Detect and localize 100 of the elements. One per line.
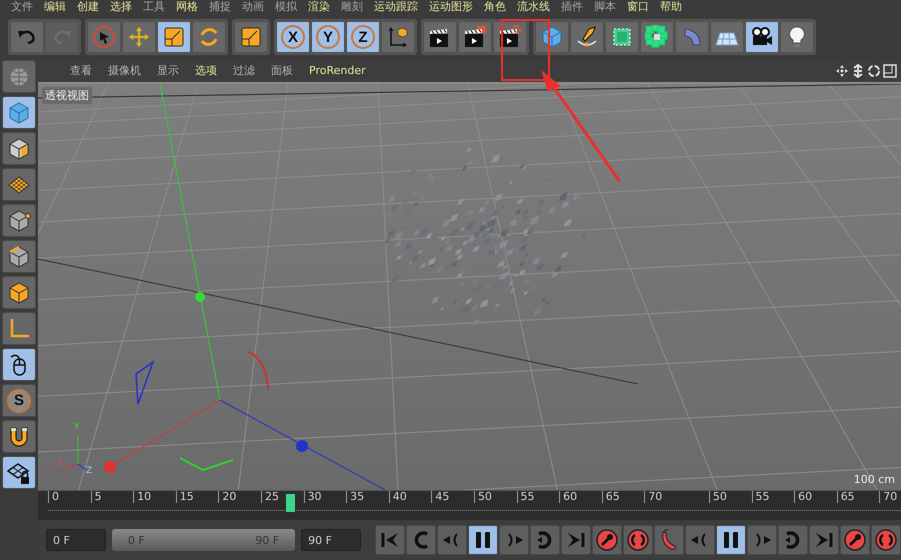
pointer-icon xyxy=(92,25,116,49)
mode-button[interactable] xyxy=(2,348,36,381)
toolbar-button[interactable] xyxy=(745,21,779,53)
toolbar-button[interactable] xyxy=(458,21,492,53)
axis-label: Y xyxy=(74,422,80,432)
grid-lock-icon xyxy=(7,460,31,484)
menu-item[interactable]: 选择 xyxy=(105,0,138,14)
cube-icon xyxy=(540,25,564,49)
frame-label: 30 xyxy=(304,490,346,503)
scale-icon xyxy=(162,25,186,49)
axis-label: X xyxy=(56,458,62,469)
viewport-menu-item[interactable]: 显示 xyxy=(149,63,187,78)
menu-item[interactable]: 窗口 xyxy=(622,0,655,14)
frame-label: 0 xyxy=(48,490,91,503)
menu-item[interactable]: 网格 xyxy=(171,0,204,14)
viewport-menu-item[interactable]: 过滤 xyxy=(225,63,263,78)
viewport-menu-item[interactable]: 选项 xyxy=(187,63,225,78)
toolbar-button[interactable]: Z xyxy=(346,21,380,53)
mode-button[interactable] xyxy=(2,240,36,273)
clapperboard-icon xyxy=(463,25,487,49)
menu-item[interactable]: 流水线 xyxy=(512,0,556,14)
playback-button[interactable] xyxy=(870,525,901,556)
menu-item[interactable]: 运动图形 xyxy=(424,0,479,14)
cube-edge-icon xyxy=(7,244,31,268)
frame-label: 60 xyxy=(559,490,602,503)
toolbar-button[interactable] xyxy=(710,21,744,53)
record-rotation-icon xyxy=(874,528,898,552)
toolbar-button[interactable] xyxy=(640,21,674,53)
toolbar-button[interactable] xyxy=(780,21,814,53)
viewport-menu-item[interactable]: 查看 xyxy=(62,63,100,78)
toolbar-button[interactable] xyxy=(570,21,604,53)
grid-scale-label: 100 cm xyxy=(854,472,895,486)
playback-button[interactable] xyxy=(716,525,746,556)
toolbar-button[interactable]: Y xyxy=(311,21,345,53)
frame-label: 40 xyxy=(388,490,432,503)
record-key-icon xyxy=(594,528,619,552)
menu-item[interactable]: 动画 xyxy=(237,0,270,14)
toolbar-button[interactable] xyxy=(605,21,639,53)
menu-item[interactable]: 创建 xyxy=(72,0,105,14)
menu-item[interactable]: 插件 xyxy=(556,0,589,14)
playhead[interactable] xyxy=(286,494,295,512)
scale-icon xyxy=(239,25,263,49)
cube-point-icon xyxy=(7,208,31,232)
viewport-title: 透视视图 xyxy=(42,86,92,104)
frame-label: 5 xyxy=(90,490,134,503)
frame-label: 50 xyxy=(708,490,752,503)
menu-item[interactable]: 模拟 xyxy=(270,0,303,14)
menu-item[interactable]: 脚本 xyxy=(589,0,622,14)
mode-button[interactable] xyxy=(2,168,36,201)
menu-item[interactable]: 渲染 xyxy=(303,0,336,14)
mode-button[interactable]: S xyxy=(2,384,36,417)
mode-button[interactable] xyxy=(2,456,36,489)
menu-item[interactable]: 文件 xyxy=(6,0,39,14)
playback-button[interactable] xyxy=(622,525,653,556)
zoom-icon[interactable] xyxy=(851,64,865,78)
mode-button[interactable] xyxy=(2,132,36,165)
viewport-menu-item[interactable]: ProRender xyxy=(301,64,374,78)
record-key-icon xyxy=(842,528,867,552)
pan-icon[interactable] xyxy=(835,64,849,78)
menu-item[interactable]: 编辑 xyxy=(39,0,72,14)
frame-label: 45 xyxy=(431,490,474,503)
frame-label: 70 xyxy=(644,490,687,503)
toolbar-button[interactable] xyxy=(493,21,527,53)
playback-button[interactable] xyxy=(468,525,498,556)
record-rotation-icon xyxy=(626,528,650,552)
playback-button[interactable] xyxy=(592,525,622,556)
frame-label: 65 xyxy=(602,490,644,503)
toolbar-button[interactable] xyxy=(423,21,457,53)
axis-cube-icon xyxy=(386,25,410,49)
maximize-icon[interactable] xyxy=(883,64,897,78)
menu-item[interactable]: 捕捉 xyxy=(204,0,237,14)
frame-label: 50 xyxy=(474,490,517,503)
frame-label: 20 xyxy=(218,490,261,503)
mode-button[interactable] xyxy=(2,420,36,453)
move-icon xyxy=(127,25,151,49)
frame-label: 35 xyxy=(346,490,389,503)
frame-label: 60 xyxy=(794,490,837,503)
start-frame-field[interactable]: 0 F xyxy=(46,529,106,552)
mode-button[interactable] xyxy=(2,276,36,309)
menu-item[interactable]: 帮助 xyxy=(655,0,688,14)
cloner-icon xyxy=(645,25,669,49)
menu-item[interactable]: 工具 xyxy=(138,0,171,14)
frame-label: 65 xyxy=(836,490,880,503)
toolbar-button[interactable]: X xyxy=(276,21,310,53)
menu-item[interactable]: 雕刻 xyxy=(336,0,369,14)
menu-item[interactable]: 角色 xyxy=(479,0,512,14)
orbit-icon[interactable] xyxy=(867,64,881,78)
toolbar-button[interactable] xyxy=(381,21,415,53)
menu-item[interactable]: 运动跟踪 xyxy=(369,0,424,14)
viewport-menu-item[interactable]: 摄像机 xyxy=(100,63,149,78)
cube-face-icon xyxy=(7,280,31,304)
playback-button[interactable] xyxy=(840,525,870,556)
playback-button[interactable] xyxy=(654,525,684,556)
toolbar-button[interactable] xyxy=(157,21,191,53)
cube-icon xyxy=(7,100,31,124)
end-frame-field[interactable]: 90 F xyxy=(301,529,361,552)
frame-label: 10 xyxy=(133,490,176,503)
viewport-menu-item[interactable]: 面板 xyxy=(263,63,301,78)
frame-label: 70 xyxy=(879,490,901,503)
pen-icon xyxy=(575,25,599,49)
